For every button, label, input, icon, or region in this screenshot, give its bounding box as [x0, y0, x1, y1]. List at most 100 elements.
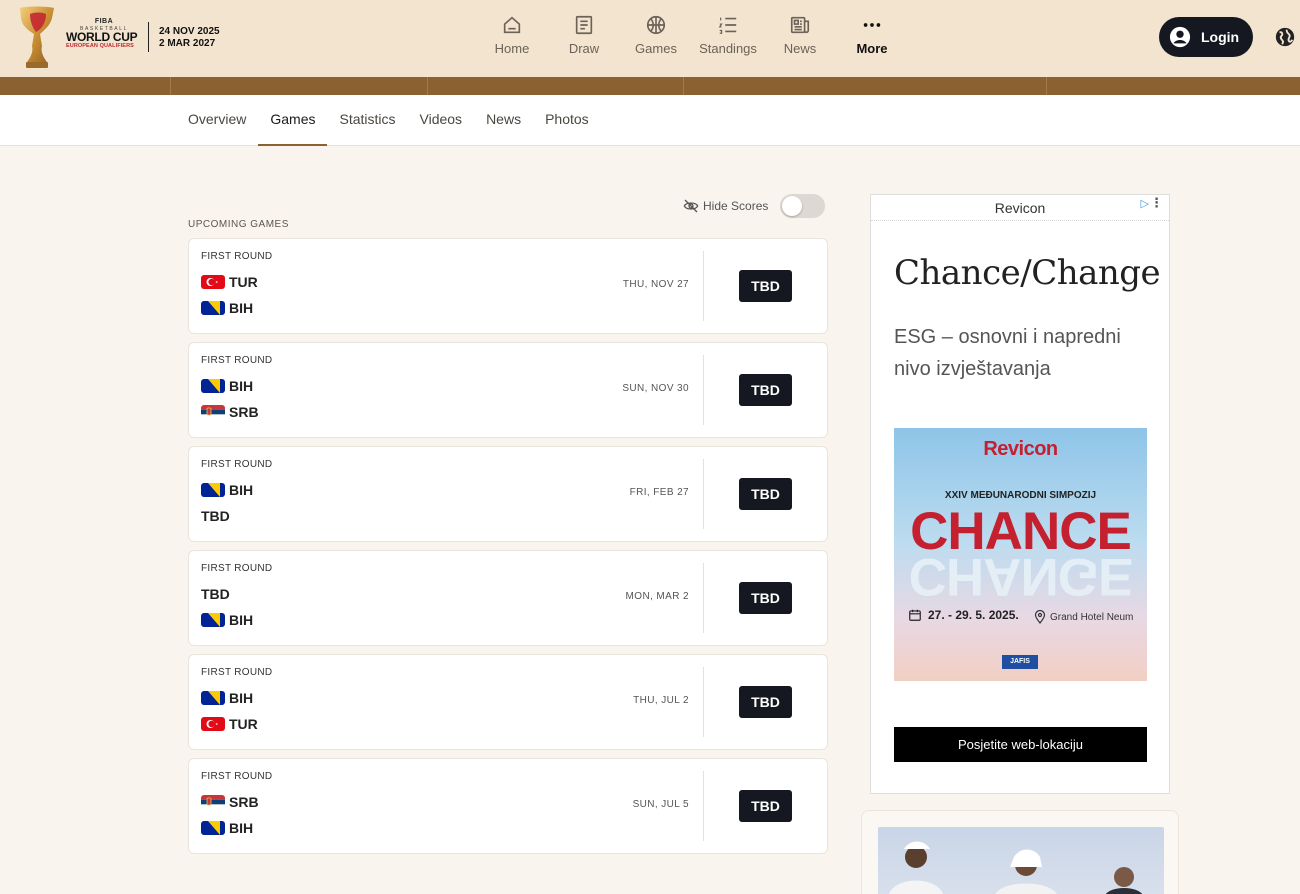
- team-row: BIH: [201, 689, 253, 707]
- ad-image-symposium: XXIV MEĐUNARODNI SIMPOZIJ: [944, 490, 1097, 501]
- login-button[interactable]: Login: [1159, 17, 1253, 57]
- team-code: BIH: [229, 690, 254, 706]
- game-status-button[interactable]: TBD: [739, 374, 792, 406]
- eye-off-icon: [683, 199, 699, 213]
- team-code: BIH: [229, 300, 254, 316]
- globe-icon[interactable]: [1274, 26, 1296, 48]
- games-list: FIRST ROUND TUR BIH THU, NOV 27 TBD FIRS…: [188, 238, 828, 862]
- advertisement[interactable]: Revicon ▷ ⋮ Chance/Change ESG – osnovni …: [870, 194, 1170, 794]
- team-row: TBD: [201, 507, 230, 525]
- team-code: BIH: [229, 378, 254, 394]
- bosnia-flag-icon: [201, 613, 225, 627]
- team-code: TBD: [201, 586, 230, 602]
- team-code: BIH: [229, 612, 254, 628]
- home-icon: [503, 16, 521, 34]
- nav-standings[interactable]: Standings: [692, 14, 764, 64]
- game-card[interactable]: FIRST ROUND TBD BIH MON, MAR 2 TBD: [188, 550, 828, 646]
- tab-overview[interactable]: Overview: [176, 95, 258, 146]
- main-nav: Home Draw Games Standings News More: [476, 14, 908, 64]
- game-round: FIRST ROUND: [201, 667, 273, 678]
- game-status-button[interactable]: TBD: [739, 270, 792, 302]
- team-code: BIH: [229, 820, 254, 836]
- ad-image-venue: Grand Hotel Neum: [1034, 610, 1133, 624]
- basketball-icon: [646, 15, 666, 35]
- location-pin-icon: [1034, 610, 1046, 624]
- tab-games[interactable]: Games: [258, 95, 328, 146]
- game-status-button[interactable]: TBD: [739, 790, 792, 822]
- world-cup-wordmark[interactable]: FIBA BASKETBALL WORLD CUP EUROPEAN QUALI…: [66, 18, 142, 58]
- ad-menu-icon[interactable]: ⋮: [1150, 195, 1163, 211]
- ad-visit-button[interactable]: Posjetite web-lokaciju: [894, 727, 1147, 762]
- header-divider: [148, 22, 149, 52]
- team-row: SRB: [201, 793, 259, 811]
- card-divider: [703, 459, 704, 529]
- ad-image[interactable]: Revicon XXIV MEĐUNARODNI SIMPOZIJ CHANGE…: [894, 428, 1147, 681]
- tab-news[interactable]: News: [474, 95, 533, 146]
- ad-choices-icon[interactable]: ▷: [1141, 197, 1149, 210]
- game-date: SUN, NOV 30: [622, 383, 689, 394]
- end-date: 2 MAR 2027: [159, 38, 216, 49]
- team-code: SRB: [229, 404, 259, 420]
- more-dots-icon: [863, 23, 881, 27]
- game-round: FIRST ROUND: [201, 251, 273, 262]
- login-label: Login: [1201, 29, 1240, 45]
- world-cup-mark: WORLD CUP: [66, 30, 138, 44]
- nav-home[interactable]: Home: [476, 14, 548, 64]
- game-date: THU, NOV 27: [622, 279, 689, 290]
- media-card[interactable]: [861, 810, 1179, 894]
- media-photo[interactable]: [878, 827, 1164, 894]
- team-row: BIH: [201, 299, 253, 317]
- game-card[interactable]: FIRST ROUND TUR BIH THU, NOV 27 TBD: [188, 238, 828, 334]
- bosnia-flag-icon: [201, 691, 225, 705]
- serbia-flag-icon: [201, 405, 225, 419]
- nav-draw-label: Draw: [568, 41, 600, 56]
- team-row: BIH: [201, 377, 253, 395]
- hide-scores-label: Hide Scores: [703, 199, 769, 213]
- hide-scores-toggle[interactable]: [780, 194, 826, 218]
- card-divider: [703, 771, 704, 841]
- game-date: MON, MAR 2: [625, 591, 689, 602]
- team-code: TUR: [229, 716, 258, 732]
- nav-more-label: More: [856, 41, 888, 56]
- ad-dates-text: 27. - 29. 5. 2025.: [928, 608, 1019, 622]
- nav-games[interactable]: Games: [620, 14, 692, 64]
- game-card[interactable]: FIRST ROUND SRB BIH SUN, JUL 5 TBD: [188, 758, 828, 854]
- bosnia-flag-icon: [201, 379, 225, 393]
- game-status-button[interactable]: TBD: [739, 582, 792, 614]
- game-date: THU, JUL 2: [633, 695, 689, 706]
- turkey-flag-icon: [201, 275, 225, 289]
- ad-headline: Chance/Change: [894, 253, 1161, 293]
- game-status-button[interactable]: TBD: [739, 478, 792, 510]
- ad-body: ESG – osnovni i napredni nivo izvještava…: [894, 326, 1121, 380]
- team-row: BIH: [201, 481, 253, 499]
- start-date: 24 NOV 2025: [159, 26, 220, 37]
- sub-navigation: Overview Games Statistics Videos News Ph…: [0, 95, 1300, 146]
- subnav-tabs: Overview Games Statistics Videos News Ph…: [176, 95, 601, 146]
- tab-photos[interactable]: Photos: [533, 95, 601, 146]
- game-round: FIRST ROUND: [201, 771, 273, 782]
- team-row: BIH: [201, 611, 253, 629]
- game-card[interactable]: FIRST ROUND BIH SRB SUN, NOV 30 TBD: [188, 342, 828, 438]
- ad-venue-text: Grand Hotel Neum: [1050, 611, 1134, 623]
- turkey-flag-icon: [201, 717, 225, 731]
- serbia-flag-icon: [201, 795, 225, 809]
- tab-statistics[interactable]: Statistics: [327, 95, 407, 146]
- tab-videos[interactable]: Videos: [408, 95, 475, 146]
- team-code: TUR: [229, 274, 258, 290]
- game-date: FRI, FEB 27: [629, 487, 689, 498]
- fiba-mark: FIBA: [94, 18, 114, 25]
- bosnia-flag-icon: [201, 301, 225, 315]
- nav-more[interactable]: More: [836, 14, 908, 64]
- game-round: FIRST ROUND: [201, 355, 273, 366]
- nav-draw[interactable]: Draw: [548, 14, 620, 64]
- game-card[interactable]: FIRST ROUND BIH TBD FRI, FEB 27 TBD: [188, 446, 828, 542]
- game-round: FIRST ROUND: [201, 563, 273, 574]
- site-header: FIBA BASKETBALL WORLD CUP EUROPEAN QUALI…: [0, 0, 1300, 77]
- team-code: BIH: [229, 482, 254, 498]
- nav-standings-label: Standings: [699, 41, 757, 56]
- game-status-button[interactable]: TBD: [739, 686, 792, 718]
- nav-news[interactable]: News: [764, 14, 836, 64]
- world-cup-trophy-logo[interactable]: [16, 4, 58, 70]
- game-card[interactable]: FIRST ROUND BIH TUR THU, JUL 2 TBD: [188, 654, 828, 750]
- game-round: FIRST ROUND: [201, 459, 273, 470]
